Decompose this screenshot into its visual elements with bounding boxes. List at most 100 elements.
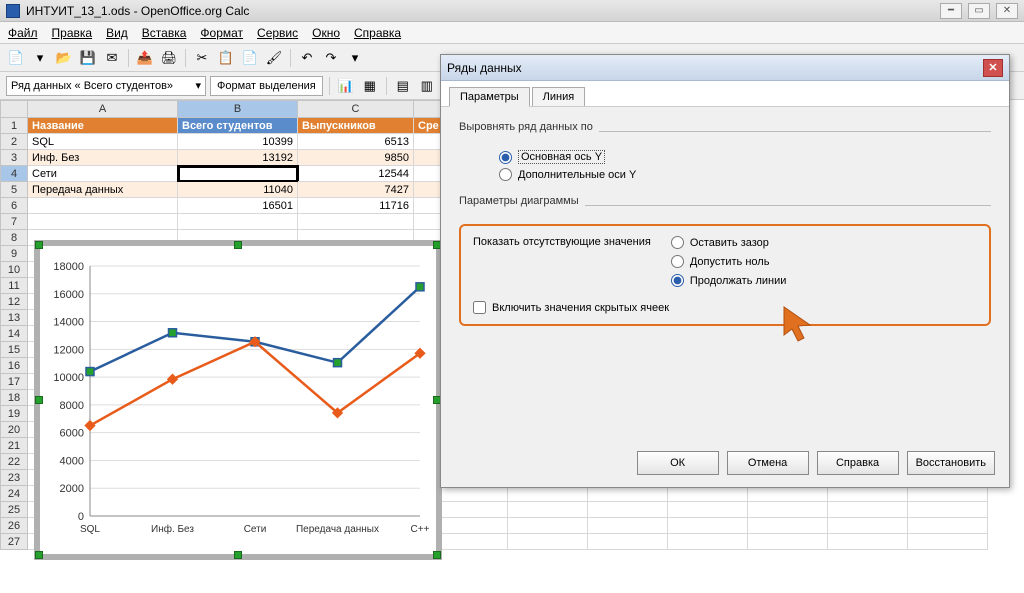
- save-icon[interactable]: 💾: [78, 48, 98, 68]
- cell[interactable]: [178, 214, 298, 230]
- select-all-corner[interactable]: [0, 100, 28, 118]
- cell[interactable]: 11716: [298, 198, 414, 214]
- cell[interactable]: 9850: [298, 150, 414, 166]
- cell[interactable]: [748, 518, 828, 534]
- cell[interactable]: [508, 518, 588, 534]
- menu-tools[interactable]: Сервис: [257, 26, 298, 40]
- cell[interactable]: 12544: [298, 166, 414, 182]
- dialog-titlebar[interactable]: Ряды данных ✕: [441, 55, 1009, 81]
- cell[interactable]: [748, 502, 828, 518]
- cell[interactable]: [668, 518, 748, 534]
- cell[interactable]: [908, 518, 988, 534]
- format-selection-button[interactable]: Формат выделения: [210, 76, 323, 96]
- print-icon[interactable]: 🖨: [159, 48, 179, 68]
- menu-edit[interactable]: Правка: [52, 26, 93, 40]
- radio-continue-line[interactable]: [671, 274, 684, 287]
- resize-handle[interactable]: [234, 551, 242, 559]
- colhead-A[interactable]: A: [28, 100, 178, 118]
- rowhead-1[interactable]: 1: [0, 118, 28, 134]
- cell[interactable]: [298, 214, 414, 230]
- rowhead-21[interactable]: 21: [0, 438, 28, 454]
- rowhead-8[interactable]: 8: [0, 230, 28, 246]
- cell[interactable]: [178, 166, 298, 182]
- dialog-close-button[interactable]: ✕: [983, 59, 1003, 77]
- resize-handle[interactable]: [35, 551, 43, 559]
- export-icon[interactable]: 📤: [135, 48, 155, 68]
- cell[interactable]: [748, 486, 828, 502]
- open-icon[interactable]: 📂: [54, 48, 74, 68]
- rowhead-24[interactable]: 24: [0, 486, 28, 502]
- rowhead-2[interactable]: 2: [0, 134, 28, 150]
- embedded-chart[interactable]: 0200040006000800010000120001400016000180…: [34, 240, 442, 560]
- menu-help[interactable]: Справка: [354, 26, 401, 40]
- dropdown2-icon[interactable]: ▾: [345, 48, 365, 68]
- cell[interactable]: Выпускников: [298, 118, 414, 134]
- cell[interactable]: [908, 486, 988, 502]
- rowhead-23[interactable]: 23: [0, 470, 28, 486]
- rowhead-7[interactable]: 7: [0, 214, 28, 230]
- colhead-C[interactable]: C: [298, 100, 414, 118]
- menu-window[interactable]: Окно: [312, 26, 340, 40]
- menu-view[interactable]: Вид: [106, 26, 128, 40]
- undo-icon[interactable]: ↶: [297, 48, 317, 68]
- cell[interactable]: SQL: [28, 134, 178, 150]
- cell[interactable]: [828, 486, 908, 502]
- rowhead-3[interactable]: 3: [0, 150, 28, 166]
- cell[interactable]: [28, 198, 178, 214]
- menu-file[interactable]: Файл: [8, 26, 38, 40]
- cell[interactable]: [508, 486, 588, 502]
- copy-icon[interactable]: 📋: [216, 48, 236, 68]
- rowhead-9[interactable]: 9: [0, 246, 28, 262]
- rowhead-12[interactable]: 12: [0, 294, 28, 310]
- rowhead-13[interactable]: 13: [0, 310, 28, 326]
- rowhead-25[interactable]: 25: [0, 502, 28, 518]
- cell[interactable]: [508, 502, 588, 518]
- cell[interactable]: Всего студентов: [178, 118, 298, 134]
- new-icon[interactable]: 📄: [6, 48, 26, 68]
- rowhead-19[interactable]: 19: [0, 406, 28, 422]
- cell[interactable]: Сети: [28, 166, 178, 182]
- radio-assume-zero[interactable]: [671, 255, 684, 268]
- rowhead-27[interactable]: 27: [0, 534, 28, 550]
- close-button[interactable]: ✕: [996, 3, 1018, 19]
- cell[interactable]: 10399: [178, 134, 298, 150]
- resize-handle[interactable]: [234, 241, 242, 249]
- redo-icon[interactable]: ↷: [321, 48, 341, 68]
- cell[interactable]: [908, 502, 988, 518]
- cell[interactable]: [588, 502, 668, 518]
- cut-icon[interactable]: ✂: [192, 48, 212, 68]
- chart-icon[interactable]: 📊: [336, 76, 356, 96]
- rowhead-11[interactable]: 11: [0, 278, 28, 294]
- colhead-B[interactable]: B: [178, 100, 298, 118]
- ok-button[interactable]: ОК: [637, 451, 719, 475]
- brush-icon[interactable]: 🖌: [264, 48, 284, 68]
- radio-leave-gap[interactable]: [671, 236, 684, 249]
- cell[interactable]: [828, 534, 908, 550]
- mail-icon[interactable]: ✉: [102, 48, 122, 68]
- cell[interactable]: [588, 486, 668, 502]
- cell[interactable]: [508, 534, 588, 550]
- cell[interactable]: [588, 534, 668, 550]
- cell[interactable]: 11040: [178, 182, 298, 198]
- help-button[interactable]: Справка: [817, 451, 899, 475]
- axis-icon[interactable]: ▥: [417, 76, 437, 96]
- cell[interactable]: 7427: [298, 182, 414, 198]
- radio-primary-axis[interactable]: [499, 151, 512, 164]
- cell[interactable]: [908, 534, 988, 550]
- paste-icon[interactable]: 📄: [240, 48, 260, 68]
- resize-handle[interactable]: [35, 396, 43, 404]
- grid-icon[interactable]: ▦: [360, 76, 380, 96]
- series-selector[interactable]: Ряд данных « Всего студентов» ▾: [6, 76, 206, 96]
- tab-parameters[interactable]: Параметры: [449, 87, 530, 107]
- cell[interactable]: Передача данных: [28, 182, 178, 198]
- cell[interactable]: [668, 486, 748, 502]
- rowhead-6[interactable]: 6: [0, 198, 28, 214]
- rowhead-20[interactable]: 20: [0, 422, 28, 438]
- minimize-button[interactable]: ━: [940, 3, 962, 19]
- cell[interactable]: [748, 534, 828, 550]
- rowhead-17[interactable]: 17: [0, 374, 28, 390]
- menu-format[interactable]: Формат: [200, 26, 243, 40]
- radio-secondary-axis[interactable]: [499, 168, 512, 181]
- cell[interactable]: [668, 502, 748, 518]
- dropdown-icon[interactable]: ▾: [30, 48, 50, 68]
